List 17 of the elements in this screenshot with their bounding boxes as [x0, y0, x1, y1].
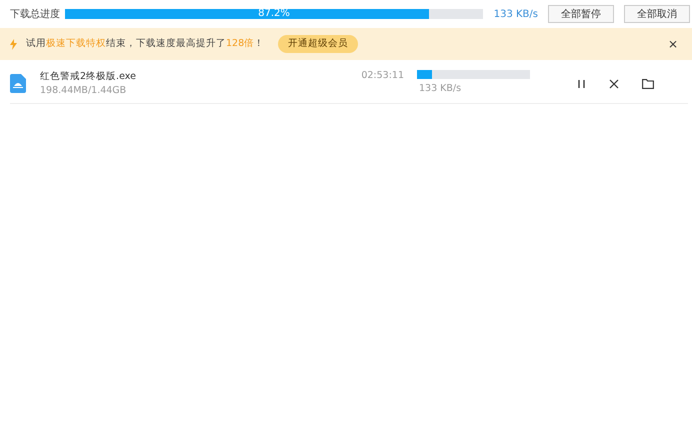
folder-icon[interactable] — [642, 78, 654, 88]
task-speed: 133 KB/s — [419, 82, 462, 96]
file-size: 198.44MB/1.44GB — [40, 84, 128, 98]
progress-label: 下载总进度 — [10, 8, 61, 22]
progress-percent: 87.2% — [257, 9, 291, 19]
file-name: 红色警戒2终极版.exe — [40, 70, 137, 84]
close-icon[interactable] — [609, 78, 619, 88]
download-speed: 133 KB/s — [494, 8, 538, 22]
pause-icon[interactable] — [577, 78, 586, 88]
close-button[interactable]: × — [668, 38, 678, 50]
time-remaining: 02:53:11 — [360, 69, 404, 83]
file-icon — [10, 74, 26, 93]
promo-message: 试用极速下载特权结束，下载速度最高提升了 128倍！ — [26, 36, 264, 51]
toolbar-button[interactable]: 全部暂停 — [548, 5, 614, 23]
lightning-icon — [10, 38, 17, 50]
toolbar-button[interactable]: 全部取消 — [624, 5, 690, 23]
vip-button[interactable]: 开通超级会员 — [278, 35, 358, 53]
